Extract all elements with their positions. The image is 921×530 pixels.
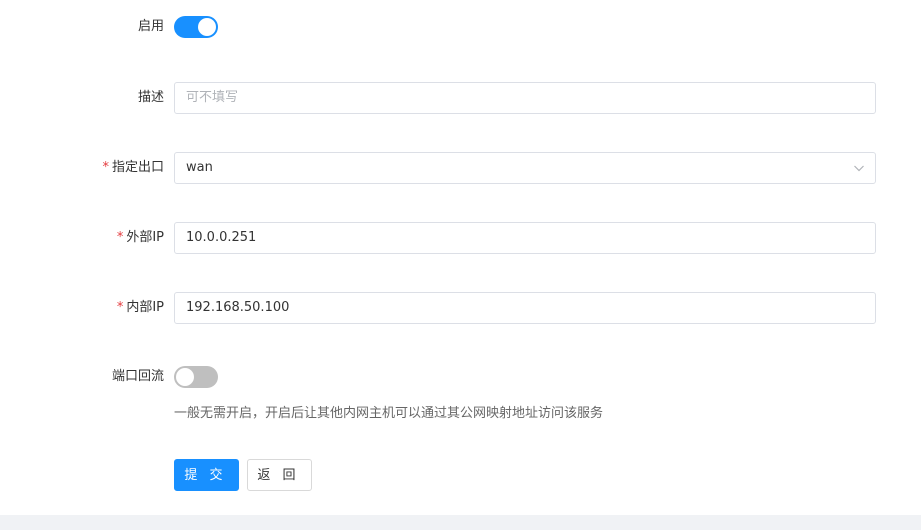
form-row-description: 描述 bbox=[0, 82, 921, 114]
back-button[interactable]: 返 回 bbox=[247, 459, 312, 491]
description-input[interactable] bbox=[175, 83, 846, 113]
form-row-external-ip: * 外部IP bbox=[0, 222, 921, 254]
chevron-down-icon bbox=[854, 165, 864, 172]
form-row-internal-ip: * 内部IP bbox=[0, 292, 921, 324]
outbound-label: 指定出口 bbox=[111, 160, 164, 175]
internal-ip-label: 内部IP bbox=[126, 300, 164, 315]
description-field-wrapper bbox=[174, 82, 876, 114]
required-mark: * bbox=[116, 230, 124, 245]
enable-toggle[interactable] bbox=[174, 16, 218, 38]
external-ip-label: 外部IP bbox=[126, 230, 164, 245]
port-loopback-toggle-knob bbox=[176, 368, 194, 386]
internal-ip-input[interactable] bbox=[175, 293, 846, 323]
outbound-select-value: wan bbox=[186, 160, 213, 175]
external-ip-input[interactable] bbox=[175, 223, 846, 253]
outbound-label-wrapper: * 指定出口 bbox=[102, 152, 164, 184]
port-loopback-toggle[interactable] bbox=[174, 366, 218, 388]
enable-label: 启用 bbox=[137, 19, 164, 34]
nat-rule-form-page: 启用 描述 *指定出口 wan *外部IP *内部IP bbox=[0, 0, 921, 530]
form-row-port-loopback: 端口回流 bbox=[0, 361, 921, 393]
port-loopback-label: 端口回流 bbox=[111, 369, 164, 384]
internal-ip-field-wrapper bbox=[174, 292, 876, 324]
description-label: 描述 bbox=[137, 90, 164, 105]
form-row-outbound: * 指定出口 wan bbox=[0, 152, 921, 184]
internal-ip-label-wrapper: * 内部IP bbox=[117, 292, 164, 324]
outbound-select[interactable]: wan bbox=[174, 152, 876, 184]
external-ip-field-wrapper bbox=[174, 222, 876, 254]
required-mark: * bbox=[102, 160, 109, 175]
external-ip-label-wrapper: * 外部IP bbox=[117, 222, 164, 254]
enable-toggle-knob bbox=[198, 18, 216, 36]
form-row-enable: 启用 bbox=[0, 11, 921, 43]
required-mark: * bbox=[116, 300, 124, 315]
port-loopback-hint: 一般无需开启，开启后让其他内网主机可以通过其公网映射地址访问该服务 bbox=[174, 406, 604, 421]
footer-bar bbox=[0, 515, 921, 530]
submit-button[interactable]: 提 交 bbox=[174, 459, 239, 491]
